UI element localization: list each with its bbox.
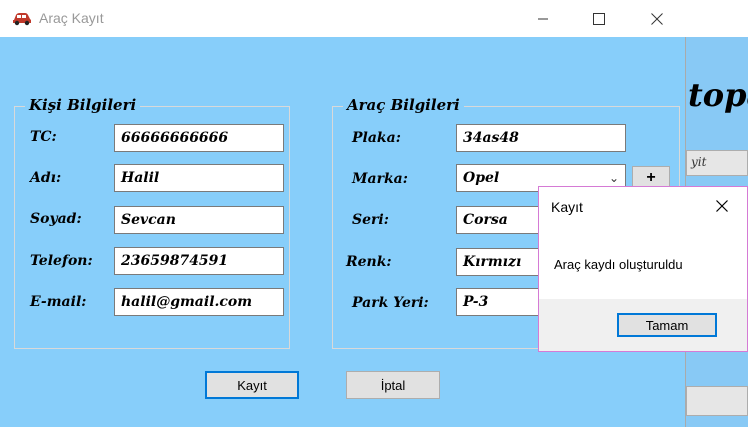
series-label: Seri:: [352, 212, 389, 228]
close-button[interactable]: [634, 0, 680, 37]
cancel-button[interactable]: İptal: [346, 371, 440, 399]
plate-label: Plaka:: [352, 130, 401, 146]
ok-button[interactable]: Tamam: [617, 313, 717, 337]
minimize-button[interactable]: [520, 0, 566, 37]
tc-label: TC:: [30, 129, 57, 145]
message-dialog: Kayıt Araç kaydı oluşturuldu Tamam: [538, 186, 748, 352]
background-window-button[interactable]: yit: [686, 150, 748, 176]
surname-input[interactable]: Sevcan: [114, 206, 284, 234]
chevron-down-icon[interactable]: ⌄: [609, 171, 619, 185]
car-icon: [13, 13, 31, 26]
phone-input[interactable]: 23659874591: [114, 247, 284, 275]
surname-label: Soyad:: [30, 211, 82, 227]
tc-input[interactable]: 66666666666: [114, 124, 284, 152]
maximize-icon: [593, 12, 605, 25]
dialog-message: Araç kaydı oluşturuldu: [554, 257, 683, 272]
minimize-icon: [538, 18, 548, 19]
dialog-title: Kayıt: [551, 199, 583, 215]
maximize-button[interactable]: [576, 0, 622, 37]
close-icon: [651, 12, 663, 25]
background-window-control-4[interactable]: [686, 386, 748, 416]
person-info-legend: Kişi Bilgileri: [25, 96, 141, 114]
brand-label: Marka:: [352, 171, 408, 187]
email-input[interactable]: halil@gmail.com: [114, 288, 284, 316]
vehicle-info-legend: Araç Bilgileri: [343, 96, 464, 114]
background-window-heading: topa: [688, 76, 748, 114]
color-label: Renk:: [346, 254, 392, 270]
phone-label: Telefon:: [30, 253, 93, 269]
window-title: Araç Kayıt: [39, 10, 104, 26]
name-label: Adı:: [30, 170, 62, 186]
background-window-titlebar: [686, 0, 748, 37]
dialog-close-button[interactable]: [707, 193, 737, 219]
title-bar: Araç Kayıt: [0, 0, 686, 37]
email-label: E-mail:: [30, 294, 87, 310]
parking-spot-label: Park Yeri:: [352, 295, 429, 311]
plate-input[interactable]: 34as48: [456, 124, 626, 152]
brand-combobox-value: Opel: [463, 170, 500, 186]
name-input[interactable]: Halil: [114, 164, 284, 192]
background-button-label: yit: [691, 155, 707, 169]
save-button[interactable]: Kayıt: [205, 371, 299, 399]
close-icon: [716, 200, 728, 212]
